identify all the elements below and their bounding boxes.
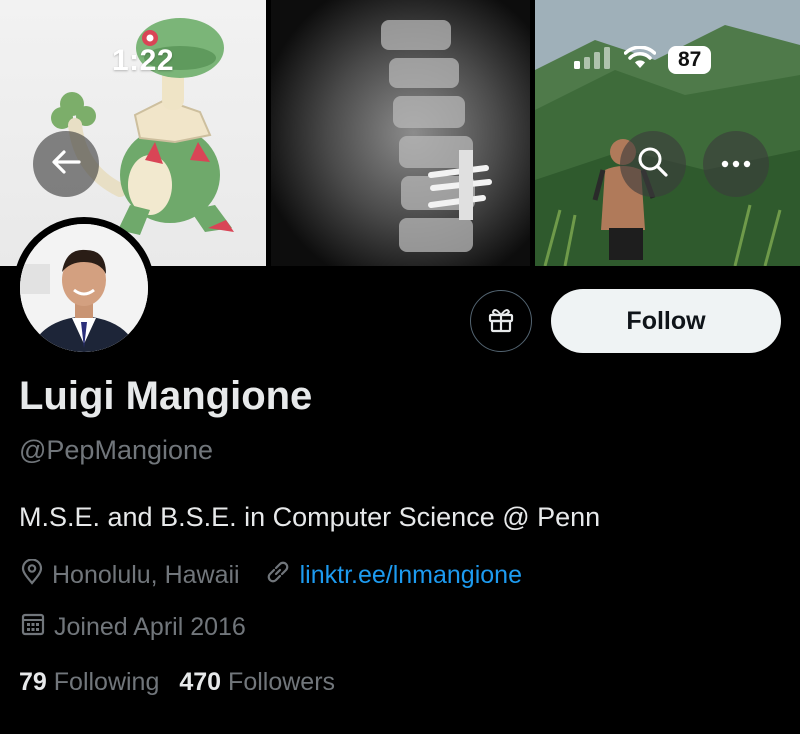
cartoon-creature-illustration — [51, 18, 234, 237]
joined-date-text: Joined April 2016 — [54, 612, 246, 641]
user-handle: @PepMangione — [19, 435, 214, 465]
following-stat[interactable]: 79 Following — [19, 668, 159, 697]
followers-count: 470 — [179, 668, 222, 696]
website-link[interactable]: linktr.ee/lnmangione — [300, 561, 522, 590]
more-dots-icon — [721, 155, 751, 173]
location-text: Honolulu, Hawaii — [52, 560, 240, 589]
back-button[interactable] — [33, 131, 99, 197]
profile-meta-joined-row: Joined April 2016 — [20, 609, 246, 645]
gift-button[interactable] — [470, 290, 532, 352]
profile-meta-location-row: Honolulu, Hawaii linktr.ee/lnmangione — [20, 557, 522, 593]
followers-label: Followers — [228, 668, 336, 696]
link-icon — [264, 559, 292, 592]
hiker-on-mountain-photo — [535, 0, 800, 266]
spine-xray-image — [271, 0, 530, 266]
following-label: Following — [53, 668, 160, 696]
more-options-button[interactable] — [703, 131, 769, 197]
follow-stats: 79 Following 470 Followers — [19, 668, 335, 697]
arrow-left-icon — [51, 149, 81, 180]
calendar-icon — [20, 611, 46, 644]
status-bar-time: 1:22 — [112, 44, 175, 77]
banner-image-cartoon — [0, 0, 266, 266]
battery-icon: 87 — [668, 46, 712, 74]
status-bar-indicators: 87 — [572, 44, 712, 76]
follow-button[interactable]: Follow — [551, 289, 781, 353]
profile-photo — [20, 224, 148, 352]
gift-icon — [487, 305, 515, 338]
display-name: Luigi Mangione — [19, 374, 313, 418]
search-icon — [637, 146, 669, 183]
banner-image-hiker — [535, 0, 800, 266]
cellular-signal-icon — [572, 46, 612, 74]
joined-item: Joined April 2016 — [20, 611, 246, 644]
followers-stat[interactable]: 470 Followers — [179, 668, 335, 697]
banner-image-xray — [271, 0, 530, 266]
following-count: 79 — [19, 668, 47, 696]
wifi-icon — [623, 45, 657, 75]
location-item: Honolulu, Hawaii — [20, 557, 240, 592]
bio-text: M.S.E. and B.S.E. in Computer Science @ … — [19, 502, 601, 532]
location-pin-icon — [20, 557, 44, 592]
avatar[interactable] — [13, 217, 155, 359]
search-button[interactable] — [620, 131, 686, 197]
website-item[interactable]: linktr.ee/lnmangione — [264, 559, 522, 592]
